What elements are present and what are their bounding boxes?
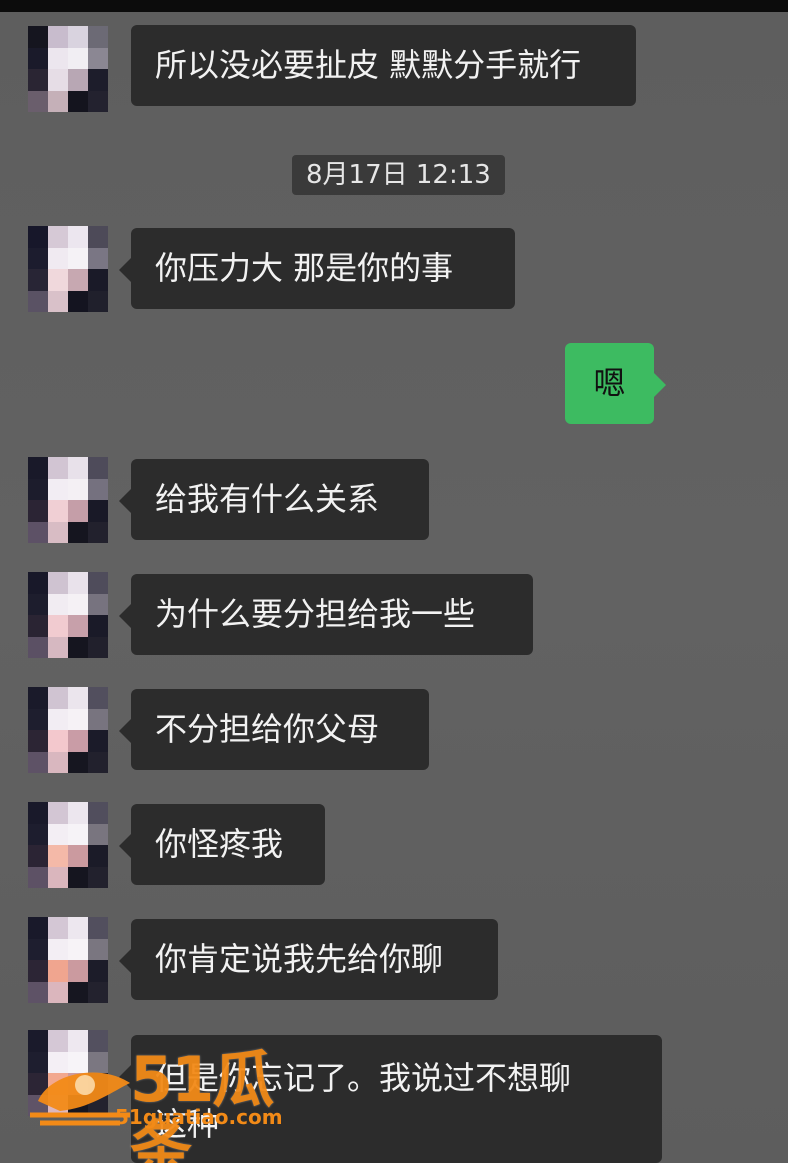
avatar[interactable]	[28, 226, 108, 312]
watermark-logo: 51瓜条 51guatiao.com	[30, 1045, 320, 1163]
avatar[interactable]	[28, 917, 108, 1003]
timestamp-label: 8月17日 12:13	[292, 155, 505, 195]
watermark-brand: 51瓜条	[130, 1043, 274, 1163]
message-bubble[interactable]: 不分担给你父母	[119, 689, 429, 770]
avatar[interactable]	[28, 26, 108, 112]
avatar[interactable]	[28, 457, 108, 543]
message-bubble[interactable]: 你肯定说我先给你聊	[119, 919, 498, 1000]
watermark-url: 51guatiao.com	[115, 1105, 283, 1129]
chat-screen: 所以没必要扯皮 默默分手就行 8月17日 12:13 你压力大 那是你的事 嗯 …	[0, 0, 788, 1163]
avatar[interactable]	[28, 802, 108, 888]
message-bubble[interactable]: 为什么要分担给我一些	[119, 574, 533, 655]
avatar[interactable]	[28, 687, 108, 773]
message-bubble[interactable]: 所以没必要扯皮 默默分手就行	[131, 25, 636, 106]
message-bubble[interactable]: 给我有什么关系	[119, 459, 429, 540]
avatar[interactable]	[28, 572, 108, 658]
message-bubble[interactable]: 你怪疼我	[119, 804, 325, 885]
message-bubble-self[interactable]: 嗯	[565, 343, 666, 424]
message-bubble[interactable]: 你压力大 那是你的事	[119, 228, 515, 309]
